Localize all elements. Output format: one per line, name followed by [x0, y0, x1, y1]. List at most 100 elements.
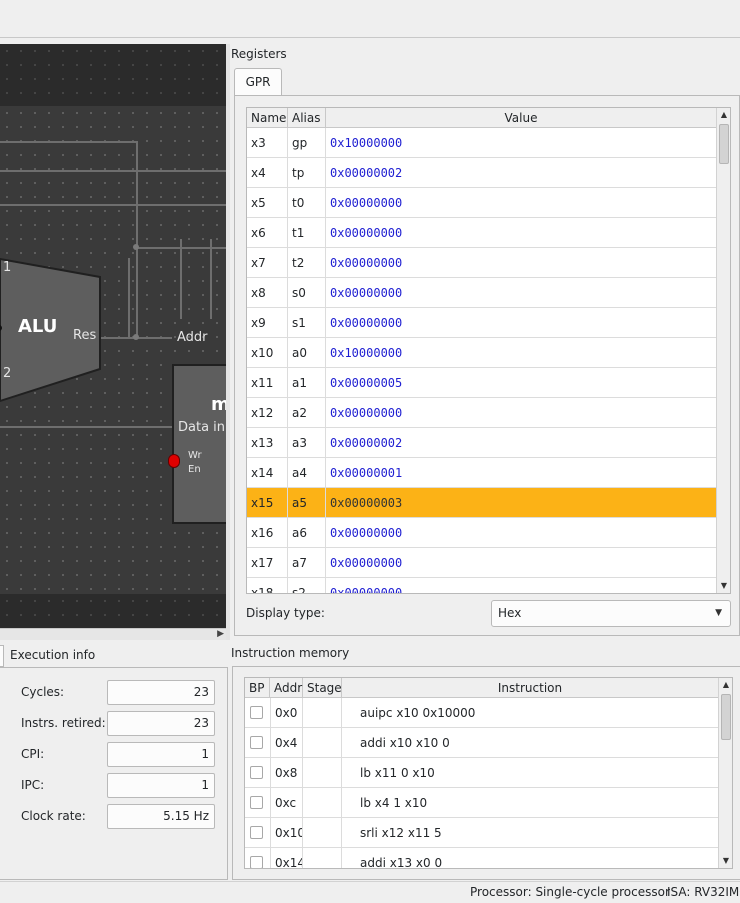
register-row[interactable]: x6 t1 0x00000000: [247, 218, 717, 248]
register-row[interactable]: x8 s0 0x00000000: [247, 278, 717, 308]
ipc-field[interactable]: 1: [107, 773, 215, 798]
register-value[interactable]: 0x10000000: [326, 128, 717, 158]
register-row[interactable]: x14 a4 0x00000001: [247, 458, 717, 488]
register-value[interactable]: 0x00000000: [326, 278, 717, 308]
register-row[interactable]: x13 a3 0x00000002: [247, 428, 717, 458]
column-header-stage[interactable]: Stage: [303, 678, 342, 698]
wire: [0, 204, 226, 206]
register-row[interactable]: x16 a6 0x00000000: [247, 518, 717, 548]
register-table-scrollbar[interactable]: ▲ ▼: [716, 108, 730, 593]
register-value[interactable]: 0x00000000: [326, 308, 717, 338]
register-row[interactable]: x17 a7 0x00000000: [247, 548, 717, 578]
register-value[interactable]: 0x00000002: [326, 158, 717, 188]
stat-row-ipc: IPC: 1: [21, 773, 221, 799]
breakpoint-checkbox[interactable]: [250, 856, 263, 868]
register-row[interactable]: x9 s1 0x00000000: [247, 308, 717, 338]
wire-junction: [133, 334, 139, 340]
register-row-selected[interactable]: x15 a5 0x00000003: [247, 488, 717, 518]
instruction-addr: 0x14: [270, 848, 303, 868]
register-row[interactable]: x18 s2 0x00000000: [247, 578, 717, 593]
breakpoint-checkbox[interactable]: [250, 766, 263, 779]
instruction-memory-title: Instruction memory: [231, 646, 350, 660]
canvas-horizontal-scrollbar[interactable]: ▶: [0, 628, 226, 640]
pane-splitter-horizontal[interactable]: [230, 638, 740, 644]
stat-row-clock-rate: Clock rate: 5.15 Hz: [21, 804, 221, 830]
scroll-up-icon[interactable]: ▲: [719, 678, 732, 692]
register-value[interactable]: 0x00000003: [326, 488, 717, 518]
register-name: x16: [247, 518, 288, 548]
register-value[interactable]: 0x00000002: [326, 428, 717, 458]
instruction-table-scrollbar[interactable]: ▲ ▼: [718, 678, 732, 868]
cycles-field[interactable]: 23: [107, 680, 215, 705]
wire: [180, 239, 182, 319]
canvas-grid-lower: [0, 594, 226, 628]
register-value[interactable]: 0x00000000: [326, 518, 717, 548]
scrollbar-thumb[interactable]: [719, 124, 729, 164]
chevron-down-icon: ▼: [715, 608, 722, 618]
scroll-down-icon[interactable]: ▼: [719, 854, 732, 868]
processor-canvas[interactable]: 1 ALU 2 Res Addr m Data in Wr En: [0, 44, 226, 628]
instruction-table-header: BP Addr Stage Instruction: [245, 678, 719, 698]
instruction-row[interactable]: 0xc lb x4 1 x10: [245, 788, 719, 818]
wire: [210, 239, 212, 319]
column-header-value[interactable]: Value: [326, 108, 717, 128]
register-table-header: Name Alias Value: [247, 108, 717, 128]
clock-rate-field[interactable]: 5.15 Hz: [107, 804, 215, 829]
scrollbar-thumb[interactable]: [721, 694, 731, 740]
register-alias: s0: [288, 278, 326, 308]
wire: [0, 141, 137, 143]
scroll-down-icon[interactable]: ▼: [717, 579, 730, 593]
register-alias: a6: [288, 518, 326, 548]
pane-splitter[interactable]: [226, 44, 230, 640]
display-type-select[interactable]: Hex ▼: [491, 600, 731, 627]
register-name: x3: [247, 128, 288, 158]
breakpoint-checkbox[interactable]: [250, 736, 263, 749]
instruction-row[interactable]: 0x8 lb x11 0 x10: [245, 758, 719, 788]
column-header-name[interactable]: Name: [247, 108, 288, 128]
register-value[interactable]: 0x10000000: [326, 338, 717, 368]
register-row[interactable]: x10 a0 0x10000000: [247, 338, 717, 368]
register-row[interactable]: x12 a2 0x00000000: [247, 398, 717, 428]
instruction-row[interactable]: 0x0 auipc x10 0x10000: [245, 698, 719, 728]
register-row[interactable]: x5 t0 0x00000000: [247, 188, 717, 218]
register-table[interactable]: Name Alias Value x3 gp 0x10000000 x4 tp 0x00…: [246, 107, 731, 594]
data-memory-block[interactable]: [172, 364, 226, 524]
instruction-row[interactable]: 0x14 addi x13 x0 0: [245, 848, 719, 868]
register-name: x17: [247, 548, 288, 578]
column-header-bp[interactable]: BP: [245, 678, 270, 698]
cpi-field[interactable]: 1: [107, 742, 215, 767]
instrs-retired-field[interactable]: 23: [107, 711, 215, 736]
register-row[interactable]: x7 t2 0x00000000: [247, 248, 717, 278]
register-value[interactable]: 0x00000000: [326, 248, 717, 278]
instruction-memory-table[interactable]: BP Addr Stage Instruction 0x0 auipc x10 0…: [244, 677, 733, 869]
column-header-instruction[interactable]: Instruction: [342, 678, 719, 698]
register-row[interactable]: x4 tp 0x00000002: [247, 158, 717, 188]
breakpoint-checkbox[interactable]: [250, 796, 263, 809]
register-name: x12: [247, 398, 288, 428]
breakpoint-checkbox[interactable]: [250, 826, 263, 839]
instruction-row[interactable]: 0x10 srli x12 x11 5: [245, 818, 719, 848]
register-value[interactable]: 0x00000000: [326, 188, 717, 218]
register-row[interactable]: x3 gp 0x10000000: [247, 128, 717, 158]
tab-gpr[interactable]: GPR: [234, 68, 282, 96]
scroll-up-icon[interactable]: ▲: [717, 108, 730, 122]
register-value[interactable]: 0x00000005: [326, 368, 717, 398]
breakpoint-checkbox[interactable]: [250, 706, 263, 719]
register-value[interactable]: 0x00000000: [326, 548, 717, 578]
status-bar: Processor: Single-cycle processor ISA: R…: [0, 881, 740, 903]
instruction-addr: 0x0: [270, 698, 303, 728]
register-value[interactable]: 0x00000001: [326, 458, 717, 488]
register-value[interactable]: 0x00000000: [326, 398, 717, 428]
stat-label: IPC:: [21, 778, 45, 792]
column-header-alias[interactable]: Alias: [288, 108, 326, 128]
scroll-right-icon[interactable]: ▶: [217, 629, 224, 639]
instruction-stage: [303, 728, 342, 758]
register-value[interactable]: 0x00000000: [326, 578, 717, 593]
register-value[interactable]: 0x00000000: [326, 218, 717, 248]
tab-execution-info[interactable]: Execution info: [10, 648, 95, 662]
register-row[interactable]: x11 a1 0x00000005: [247, 368, 717, 398]
mem-wr-port: Wr: [188, 450, 202, 461]
column-header-addr[interactable]: Addr: [270, 678, 303, 698]
instruction-row[interactable]: 0x4 addi x10 x10 0: [245, 728, 719, 758]
register-rows: x3 gp 0x10000000 x4 tp 0x00000002 x5 t0 0x0000…: [247, 128, 717, 593]
